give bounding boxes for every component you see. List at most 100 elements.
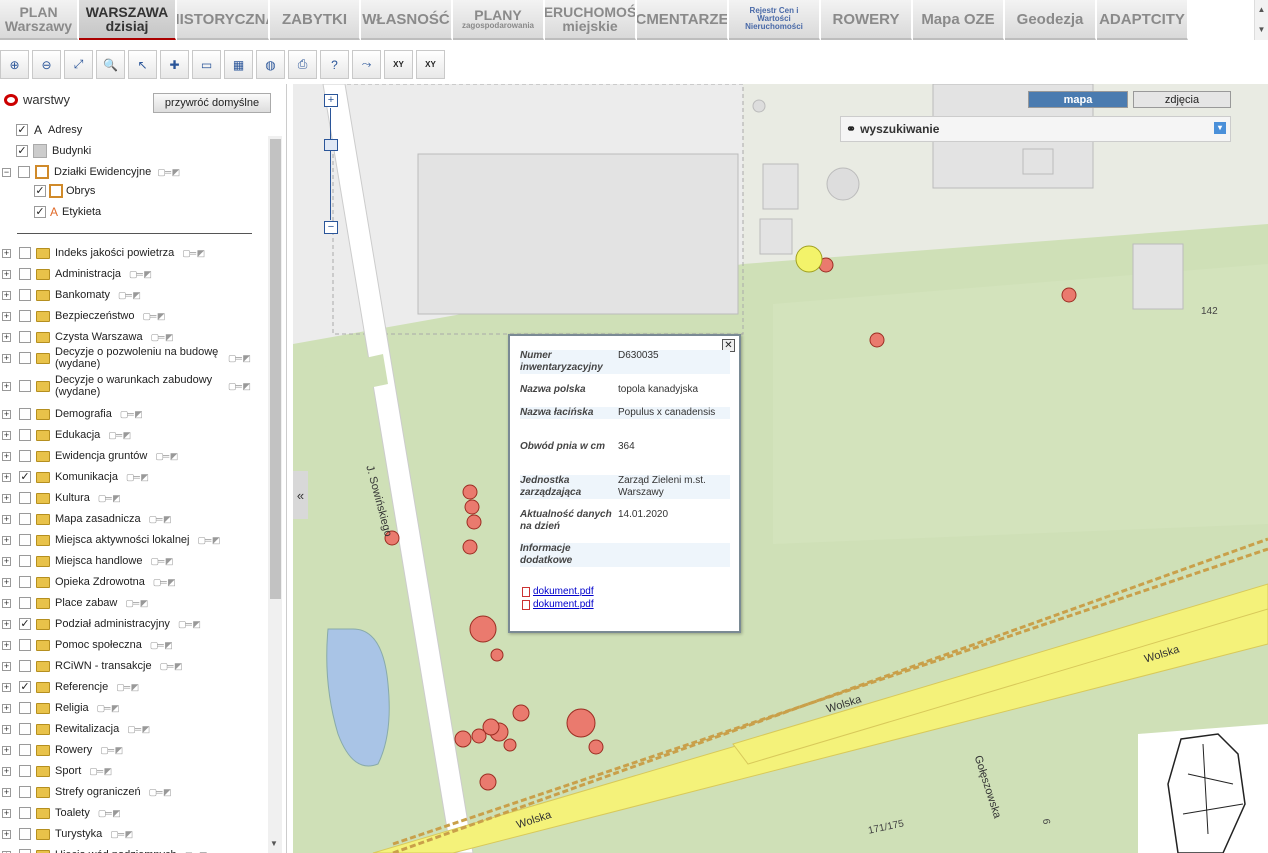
layer-checkbox[interactable] — [19, 597, 31, 609]
zoom-out-icon[interactable]: ⊖ — [32, 50, 61, 79]
expand-icon[interactable]: + — [2, 556, 11, 566]
expand-icon[interactable]: + — [2, 598, 11, 608]
expand-icon[interactable]: + — [2, 535, 11, 545]
layer-checkbox[interactable] — [19, 247, 31, 259]
layer-checkbox[interactable] — [19, 828, 31, 840]
layer-checkbox[interactable] — [19, 310, 31, 322]
collapse-icon[interactable]: − — [2, 167, 11, 177]
layer-group-row[interactable]: + Sport ▢═ ◩ — [2, 762, 112, 780]
layer-tools-icon[interactable]: ▢═ ◩ — [98, 808, 121, 819]
expand-icon[interactable]: + — [2, 766, 11, 776]
layer-checkbox[interactable] — [19, 380, 31, 392]
sidebar-scroll-thumb[interactable] — [270, 139, 281, 599]
layer-checkbox[interactable] — [19, 555, 31, 567]
expand-icon[interactable]: + — [2, 472, 11, 482]
layer-group-row[interactable]: + Strefy ograniczeń ▢═ ◩ — [2, 783, 171, 801]
layer-tools-icon[interactable]: ▢═ ◩ — [228, 353, 251, 364]
layer-group-row[interactable]: + Place zabaw ▢═ ◩ — [2, 594, 148, 612]
expand-icon[interactable]: + — [2, 619, 11, 629]
layer-tools-icon[interactable]: ▢═ ◩ — [116, 682, 139, 693]
layer-group-row[interactable]: + Kultura ▢═ ◩ — [2, 489, 121, 507]
layer-checkbox[interactable] — [19, 352, 31, 364]
layer-checkbox[interactable] — [19, 660, 31, 672]
layer-tools-icon[interactable]: ▢═ ◩ — [118, 290, 141, 301]
layer-group-row[interactable]: + Ewidencja gruntów ▢═ ◩ — [2, 447, 178, 465]
layer-tools-icon[interactable]: ▢═ ◩ — [120, 409, 143, 420]
layer-group-row[interactable]: + Decyzje o pozwoleniu na budowę (wydane)… — [2, 346, 251, 370]
layer-checkbox[interactable] — [19, 576, 31, 588]
expand-icon[interactable]: + — [2, 332, 11, 342]
zoom-track[interactable] — [330, 108, 331, 220]
document-link[interactable]: dokument.pdf — [522, 599, 594, 610]
xy-point-icon[interactable]: XY — [416, 50, 445, 79]
layer-tools-icon[interactable]: ▢═ ◩ — [182, 248, 205, 259]
zoom-handle[interactable] — [324, 139, 338, 151]
document-link[interactable]: dokument.pdf — [522, 586, 594, 597]
layer-checkbox[interactable] — [19, 744, 31, 756]
layer-tools-icon[interactable]: ▢═ ◩ — [185, 850, 208, 853]
layer-tools-icon[interactable]: ▢═ ◩ — [157, 167, 180, 178]
layer-checkbox[interactable]: ✓ — [34, 185, 46, 197]
layer-tools-icon[interactable]: ▢═ ◩ — [155, 451, 178, 462]
nav-tab-6[interactable]: NIERUCHOMOŚCImiejskie — [545, 0, 636, 40]
expand-icon[interactable]: + — [2, 248, 11, 258]
nav-tab-3[interactable]: ZABYTKI — [270, 0, 360, 40]
layer-tools-icon[interactable]: ▢═ ◩ — [178, 619, 201, 630]
layer-checkbox[interactable] — [19, 786, 31, 798]
nav-tab-5[interactable]: PLANY zagospodarowania — [453, 0, 544, 40]
layer-row-0[interactable]: ✓ A Adresy — [16, 121, 82, 139]
expand-icon[interactable]: + — [2, 451, 11, 461]
layer-row-4[interactable]: ✓ A Etykieta — [34, 203, 101, 221]
layer-checkbox[interactable] — [19, 849, 31, 853]
expand-icon[interactable]: + — [2, 829, 11, 839]
globe-icon[interactable]: ◍ — [256, 50, 285, 79]
layer-checkbox[interactable] — [19, 702, 31, 714]
info-icon[interactable]: ✚ — [160, 50, 189, 79]
layer-group-row[interactable]: + Demografia ▢═ ◩ — [2, 405, 143, 423]
layer-tools-icon[interactable]: ▢═ ◩ — [143, 311, 166, 322]
expand-icon[interactable]: + — [2, 640, 11, 650]
layer-group-row[interactable]: + Indeks jakości powietrza ▢═ ◩ — [2, 244, 205, 262]
layer-row-2[interactable]: − Działki Ewidencyjne ▢═ ◩ — [2, 163, 180, 181]
layer-checkbox[interactable] — [19, 513, 31, 525]
layer-group-row[interactable]: + Toalety ▢═ ◩ — [2, 804, 121, 822]
nav-tab-2[interactable]: HISTORYCZNA — [177, 0, 269, 40]
layer-group-row[interactable]: + Bezpieczeństwo ▢═ ◩ — [2, 307, 166, 325]
layer-group-row[interactable]: + Administracja ▢═ ◩ — [2, 265, 152, 283]
layer-checkbox[interactable] — [19, 331, 31, 343]
expand-icon[interactable]: + — [2, 269, 11, 279]
print-icon[interactable]: ⎙ — [288, 50, 317, 79]
layer-group-row[interactable]: + RCiWN - transakcje ▢═ ◩ — [2, 657, 182, 675]
expand-icon[interactable]: + — [2, 577, 11, 587]
nav-tab-12[interactable]: ADAPTCITY — [1097, 0, 1188, 40]
layer-tools-icon[interactable]: ▢═ ◩ — [98, 493, 121, 504]
expand-icon[interactable]: + — [2, 409, 11, 419]
expand-icon[interactable]: + — [2, 787, 11, 797]
layer-checkbox[interactable] — [19, 408, 31, 420]
layer-group-row[interactable]: + Miejsca handlowe ▢═ ◩ — [2, 552, 173, 570]
layer-tools-icon[interactable]: ▢═ ◩ — [126, 472, 149, 483]
layer-group-row[interactable]: + Opieka Zdrowotna ▢═ ◩ — [2, 573, 176, 591]
expand-icon[interactable]: + — [2, 703, 11, 713]
expand-icon[interactable]: + — [2, 290, 11, 300]
map-view-button[interactable]: mapa — [1028, 91, 1128, 108]
layer-tools-icon[interactable]: ▢═ ◩ — [150, 556, 173, 567]
nav-scroll-arrows[interactable]: ▲ ▼ — [1254, 0, 1268, 40]
layer-checkbox[interactable] — [19, 534, 31, 546]
chevron-down-icon[interactable]: ▾ — [1214, 122, 1226, 134]
expand-icon[interactable]: + — [2, 514, 11, 524]
layer-checkbox[interactable] — [19, 492, 31, 504]
expand-icon[interactable]: + — [2, 808, 11, 818]
pointer-icon[interactable]: ↖ — [128, 50, 157, 79]
nav-tab-9[interactable]: ROWERY — [821, 0, 912, 40]
route-icon[interactable]: ⤳ — [352, 50, 381, 79]
layer-group-row[interactable]: + Rowery ▢═ ◩ — [2, 741, 123, 759]
layer-tools-icon[interactable]: ▢═ ◩ — [150, 640, 173, 651]
layer-group-row[interactable]: + Miejsca aktywności lokalnej ▢═ ◩ — [2, 531, 220, 549]
help-icon[interactable]: ? — [320, 50, 349, 79]
zoom-out-button[interactable]: − — [324, 221, 338, 234]
expand-icon[interactable]: + — [2, 430, 11, 440]
layer-checkbox[interactable]: ✓ — [19, 618, 31, 630]
layer-checkbox[interactable] — [19, 723, 31, 735]
nav-tab-8[interactable]: Rejestr Cen i Wartości Nieruchomości — [729, 0, 820, 40]
